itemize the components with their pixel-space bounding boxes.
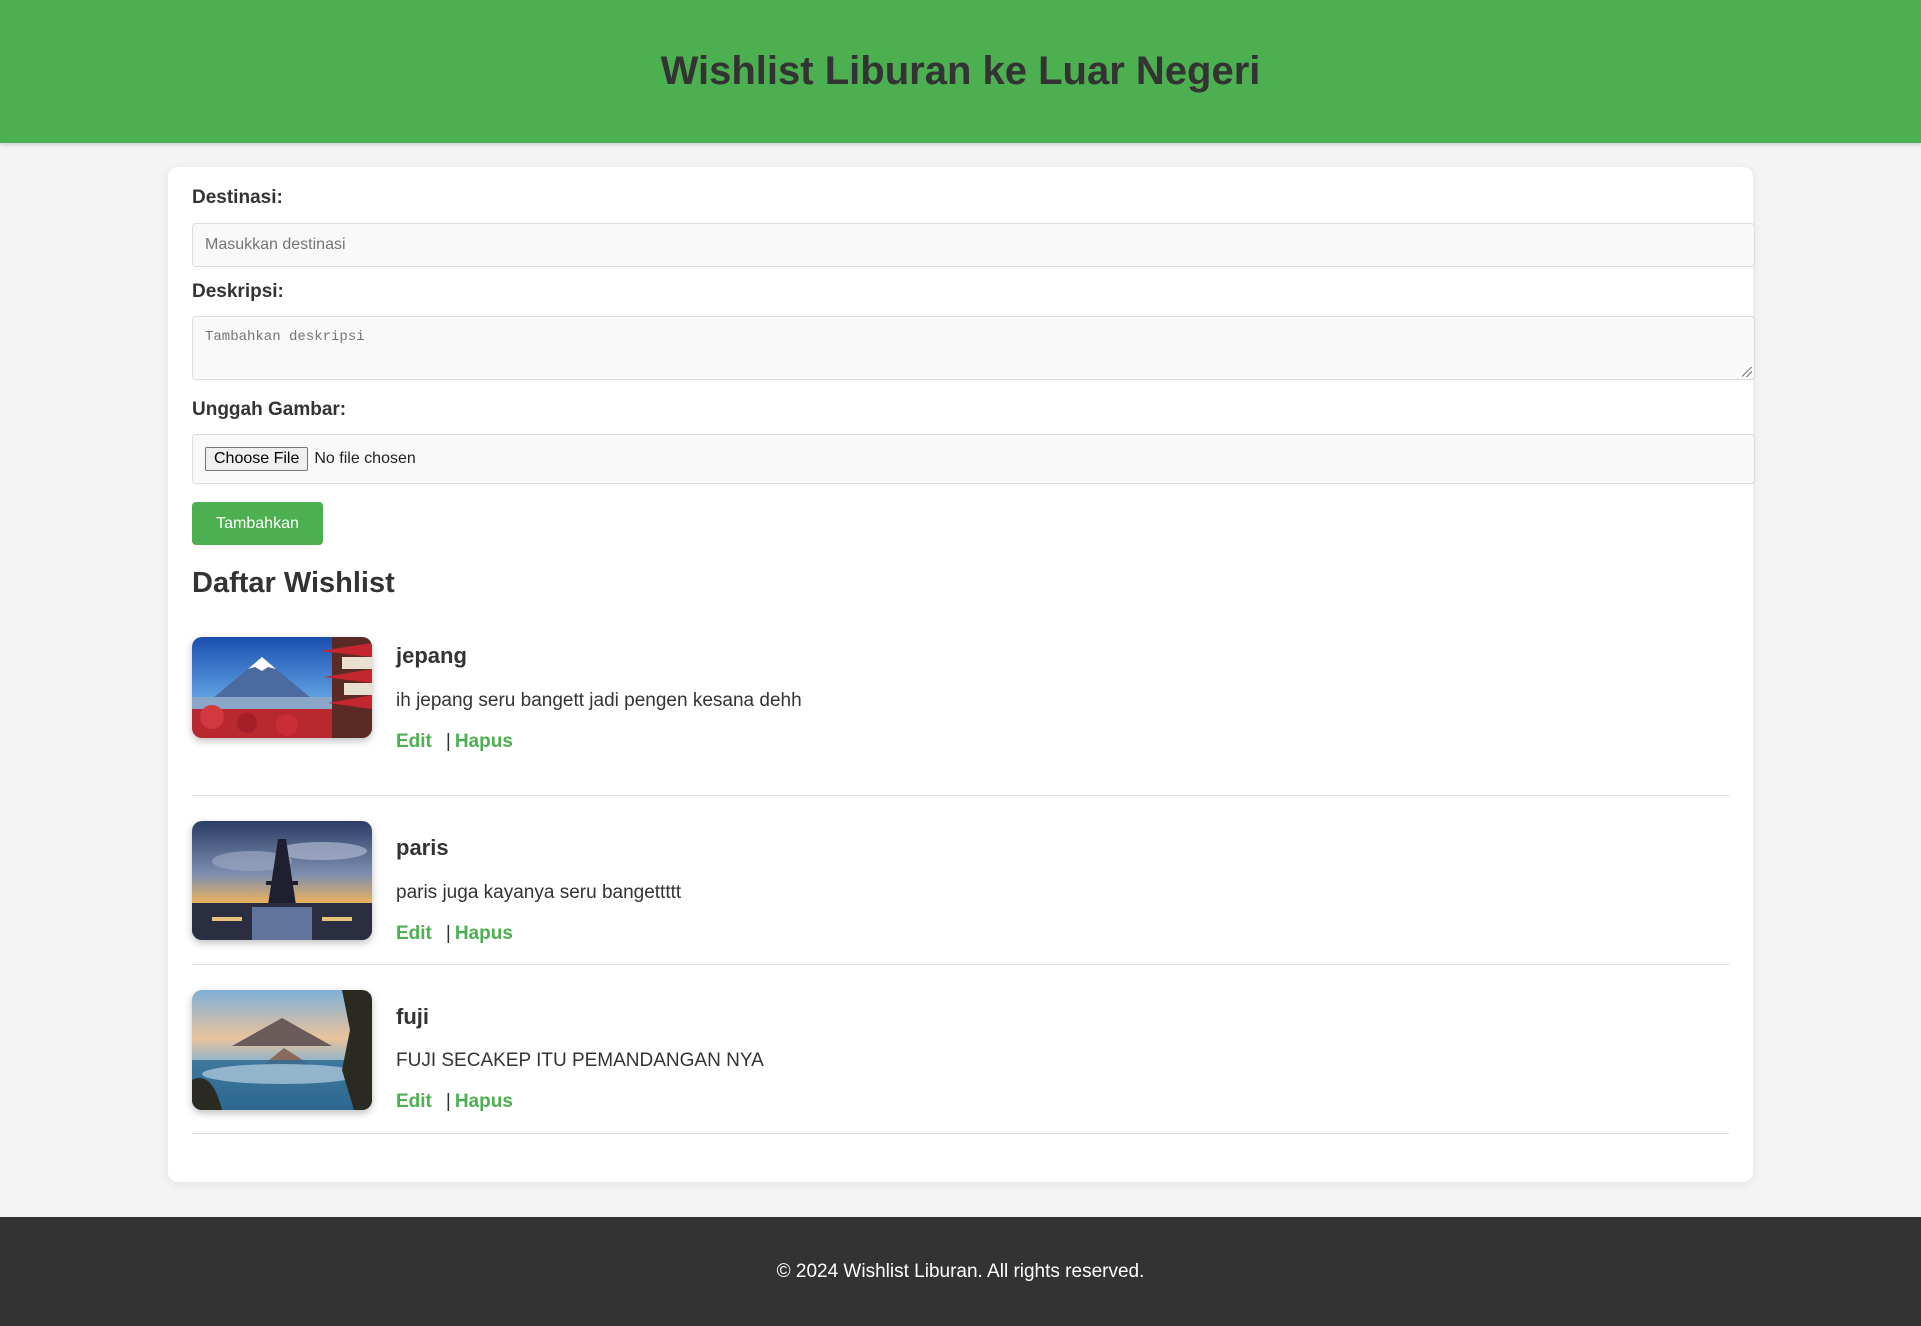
- item-title: paris: [396, 835, 449, 860]
- delete-link[interactable]: Hapus: [455, 1091, 513, 1112]
- image-upload-label: Unggah Gambar:: [192, 399, 347, 420]
- item-actions: Edit | Hapus: [396, 1091, 513, 1113]
- description-field-wrapper: [192, 316, 1755, 380]
- delete-link[interactable]: Hapus: [455, 731, 513, 752]
- page-title: Wishlist Liburan ke Luar Negeri: [660, 49, 1261, 93]
- action-separator: |: [445, 731, 451, 752]
- description-textarea[interactable]: [193, 317, 1754, 379]
- description-label: Deskripsi:: [192, 281, 284, 302]
- edit-link[interactable]: Edit: [396, 731, 432, 752]
- resize-handle-icon[interactable]: [1742, 367, 1752, 377]
- wishlist-item: jepang ih jepang seru bangett jadi penge…: [192, 637, 1729, 796]
- mount-fuji-pagoda-image: [192, 637, 372, 738]
- destination-field-wrapper: [192, 223, 1755, 267]
- item-title: fuji: [396, 1004, 429, 1029]
- item-description: FUJI SECAKEP ITU PEMANDANGAN NYA: [396, 1050, 764, 1071]
- item-actions: Edit | Hapus: [396, 923, 513, 945]
- destination-input[interactable]: [193, 224, 1754, 266]
- edit-link[interactable]: Edit: [396, 1091, 432, 1112]
- edit-link[interactable]: Edit: [396, 923, 432, 944]
- item-description: paris juga kayanya seru bangettttt: [396, 882, 682, 903]
- image-upload-field: Choose File No file chosen: [192, 434, 1755, 484]
- no-file-text: No file chosen: [314, 450, 416, 467]
- action-separator: |: [445, 923, 451, 944]
- item-title: jepang: [396, 643, 467, 668]
- page-footer: © 2024 Wishlist Liburan. All rights rese…: [0, 1217, 1921, 1326]
- wishlist-item: paris paris juga kayanya seru bangettttt…: [192, 821, 1729, 965]
- delete-link[interactable]: Hapus: [455, 923, 513, 944]
- action-separator: |: [445, 1091, 451, 1112]
- wishlist-card: Destinasi: Deskripsi: Unggah Gambar: Cho…: [168, 167, 1755, 1182]
- destination-label: Destinasi:: [192, 187, 283, 208]
- wishlist-title: Daftar Wishlist: [192, 567, 395, 599]
- item-actions: Edit | Hapus: [396, 731, 513, 753]
- choose-file-button[interactable]: Choose File: [205, 447, 309, 471]
- footer-text: © 2024 Wishlist Liburan. All rights rese…: [776, 1260, 1145, 1282]
- eiffel-tower-image: [192, 821, 372, 940]
- page-header: Wishlist Liburan ke Luar Negeri: [0, 0, 1921, 143]
- item-description: ih jepang seru bangett jadi pengen kesan…: [396, 690, 802, 711]
- volcano-landscape-image: [192, 990, 372, 1110]
- wishlist-item: fuji FUJI SECAKEP ITU PEMANDANGAN NYA Ed…: [192, 990, 1729, 1134]
- add-button[interactable]: Tambahkan: [192, 502, 323, 545]
